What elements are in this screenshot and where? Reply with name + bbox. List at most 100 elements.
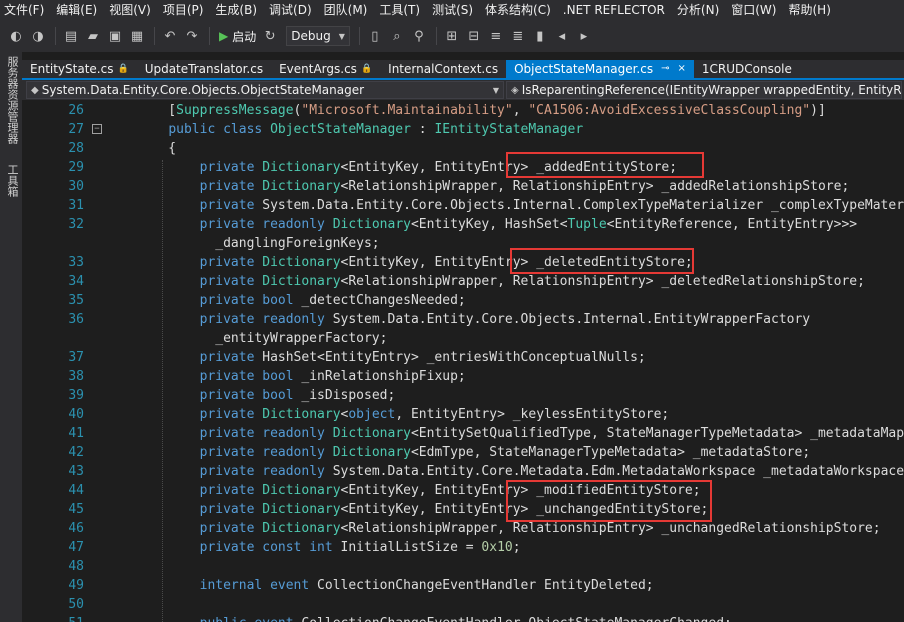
code-line[interactable]: 34 private Dictionary<RelationshipWrappe… — [22, 272, 904, 291]
line-number: 34 — [68, 274, 84, 289]
document-tab-active[interactable]: ObjectStateManager.cs ⊸ × — [506, 60, 694, 78]
code-line[interactable]: 41 private readonly Dictionary<EntitySet… — [22, 424, 904, 443]
code-line[interactable]: 47 private const int InitialListSize = 0… — [22, 538, 904, 557]
document-tab[interactable]: 1CRUDConsole — [694, 60, 800, 78]
play-icon: ▶ — [219, 29, 229, 43]
menu-item[interactable]: 文件(F) — [0, 0, 50, 20]
device-icon[interactable]: ▯ — [365, 25, 385, 47]
code-line[interactable]: 48 — [22, 557, 904, 576]
line-number: 27 — [68, 122, 84, 137]
undo-icon[interactable]: ↶ — [160, 25, 180, 47]
menu-item[interactable]: 帮助(H) — [782, 0, 836, 20]
solution-explorer-icon[interactable]: ⊞ — [442, 25, 462, 47]
pin-icon[interactable]: ⊸ — [661, 60, 669, 78]
code-line[interactable]: 26 [SuppressMessage("Microsoft.Maintaina… — [22, 101, 904, 120]
back-icon[interactable]: ◐ — [6, 25, 26, 47]
code-line[interactable]: 30 private Dictionary<RelationshipWrappe… — [22, 177, 904, 196]
menu-item[interactable]: 生成(B) — [209, 0, 263, 20]
code-line[interactable]: 36 private readonly System.Data.Entity.C… — [22, 310, 904, 329]
code-line[interactable]: 46 private Dictionary<RelationshipWrappe… — [22, 519, 904, 538]
code-line[interactable]: 39 private bool _isDisposed; — [22, 386, 904, 405]
server-explorer-tab[interactable]: 服务器资源管理器 — [4, 56, 20, 144]
code-line[interactable]: 29 private Dictionary<EntityKey, EntityE… — [22, 158, 904, 177]
type-dropdown[interactable]: ◆ System.Data.Entity.Core.Objects.Object… — [26, 81, 504, 99]
code-line[interactable]: 37 private HashSet<EntityEntry> _entries… — [22, 348, 904, 367]
code-line[interactable]: 33 private Dictionary<EntityKey, EntityE… — [22, 253, 904, 272]
line-number: 37 — [68, 350, 84, 365]
open-file-icon[interactable]: ▰ — [83, 25, 103, 47]
code-line[interactable]: 32 private readonly Dictionary<EntityKey… — [22, 215, 904, 234]
menu-item[interactable]: 测试(S) — [426, 0, 479, 20]
configuration-select[interactable]: Debug ▼ — [286, 26, 350, 46]
class-view-icon[interactable]: ⊟ — [464, 25, 484, 47]
save-all-icon[interactable]: ▦ — [127, 25, 147, 47]
align-icon[interactable]: ≡ — [486, 25, 506, 47]
menu-item[interactable]: 调试(D) — [263, 0, 318, 20]
configuration-value: Debug — [291, 29, 331, 43]
line-number: 33 — [68, 255, 84, 270]
bookmark-icon[interactable]: ▮ — [530, 25, 550, 47]
close-icon[interactable]: × — [677, 60, 685, 78]
code-editor[interactable]: 26 [SuppressMessage("Microsoft.Maintaina… — [22, 100, 904, 622]
code-text: private bool _detectChangesNeeded; — [199, 293, 466, 308]
code-line[interactable]: 35 private bool _detectChangesNeeded; — [22, 291, 904, 310]
find-in-files-icon[interactable]: ⌕ — [387, 25, 407, 47]
search-icon[interactable]: ⚲ — [409, 25, 429, 47]
method-icon: ◈ — [511, 84, 519, 96]
toolbar-separator — [55, 27, 56, 45]
code-text: public event CollectionChangeEventHandle… — [137, 614, 732, 622]
line-number: 50 — [68, 597, 84, 612]
indent-icon[interactable]: ≣ — [508, 25, 528, 47]
code-text: _danglingForeignKeys; — [137, 236, 380, 251]
code-line[interactable]: _entityWrapperFactory; — [22, 329, 904, 348]
document-tab-label: 1CRUDConsole — [701, 62, 792, 76]
forward-icon[interactable]: ◑ — [28, 25, 48, 47]
document-tab[interactable]: InternalContext.cs — [380, 60, 506, 78]
code-line[interactable]: 49 internal event CollectionChangeEventH… — [22, 576, 904, 595]
code-line[interactable]: 27− public class ObjectStateManager : IE… — [22, 120, 904, 139]
code-line[interactable]: 43 private readonly System.Data.Entity.C… — [22, 462, 904, 481]
menu-item[interactable]: 团队(M) — [318, 0, 374, 20]
code-text: private bool _isDisposed; — [199, 388, 396, 403]
menu-item[interactable]: 视图(V) — [103, 0, 157, 20]
code-text: private System.Data.Entity.Core.Objects.… — [199, 198, 904, 213]
toolbar-separator — [358, 27, 360, 45]
redo-icon[interactable]: ↷ — [182, 25, 202, 47]
menu-item[interactable]: 窗口(W) — [725, 0, 782, 20]
document-tab[interactable]: EntityState.cs 🔒 — [22, 60, 137, 78]
lock-icon: 🔒 — [117, 64, 129, 74]
menu-item[interactable]: 编辑(E) — [50, 0, 103, 20]
collapse-icon[interactable]: − — [92, 124, 102, 134]
document-tab-label: ObjectStateManager.cs — [514, 62, 654, 76]
toolbox-tab[interactable]: 工具箱 — [4, 164, 20, 197]
document-tab[interactable]: UpdateTranslator.cs — [137, 60, 271, 78]
code-text: private readonly Dictionary<EntitySetQua… — [199, 426, 904, 441]
document-tab-label: UpdateTranslator.cs — [144, 62, 264, 76]
code-line[interactable]: 40 private Dictionary<object, EntityEntr… — [22, 405, 904, 424]
menu-item[interactable]: 项目(P) — [157, 0, 210, 20]
new-project-icon[interactable]: ▤ — [61, 25, 81, 47]
code-line[interactable]: 42 private readonly Dictionary<EdmType, … — [22, 443, 904, 462]
member-dropdown[interactable]: ◈ IsReparentingReference(IEntityWrapper … — [506, 81, 902, 99]
code-line[interactable]: 44 private Dictionary<EntityKey, EntityE… — [22, 481, 904, 500]
code-line[interactable]: 31 private System.Data.Entity.Core.Objec… — [22, 196, 904, 215]
code-text: public class ObjectStateManager : IEntit… — [168, 122, 584, 137]
code-text: [SuppressMessage("Microsoft.Maintainabil… — [137, 103, 826, 118]
refresh-icon[interactable]: ↻ — [260, 25, 280, 47]
line-number: 40 — [68, 407, 84, 422]
next-bookmark-icon[interactable]: ▸ — [574, 25, 594, 47]
code-line[interactable]: 28 { — [22, 139, 904, 158]
previous-bookmark-icon[interactable]: ◂ — [552, 25, 572, 47]
code-line[interactable]: 50 — [22, 595, 904, 614]
menu-item[interactable]: 体系结构(C) — [479, 0, 557, 20]
start-button[interactable]: ▶ 启动 — [215, 25, 260, 47]
code-line[interactable]: 45 private Dictionary<EntityKey, EntityE… — [22, 500, 904, 519]
code-line[interactable]: _danglingForeignKeys; — [22, 234, 904, 253]
code-line[interactable]: 38 private bool _inRelationshipFixup; — [22, 367, 904, 386]
save-icon[interactable]: ▣ — [105, 25, 125, 47]
code-line[interactable]: 51 public event CollectionChangeEventHan… — [22, 614, 904, 622]
menu-item[interactable]: 分析(N) — [671, 0, 725, 20]
document-tab[interactable]: EventArgs.cs 🔒 — [271, 60, 380, 78]
menu-item[interactable]: 工具(T) — [373, 0, 426, 20]
menu-item[interactable]: .NET REFLECTOR — [557, 0, 671, 20]
